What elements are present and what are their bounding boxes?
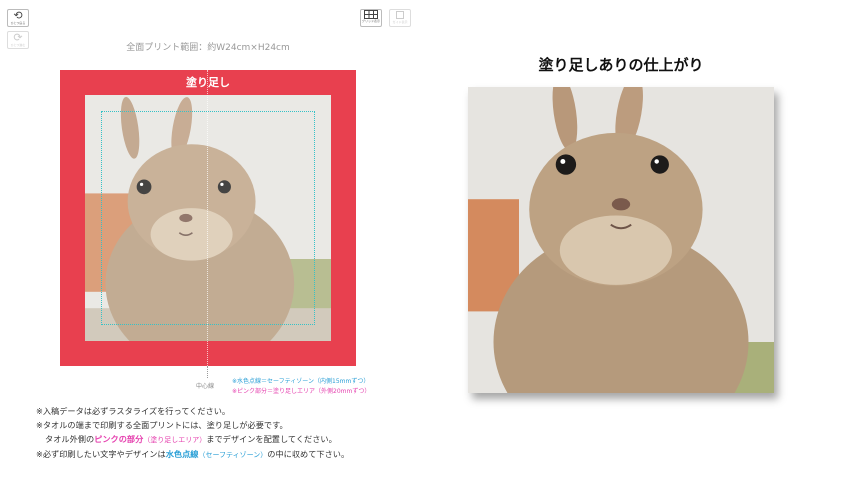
guide-toggle-button[interactable]: ガイド表示 bbox=[389, 9, 411, 27]
note-bleed-placement: タオル外側のピンクの部分（塗り足しエリア）までデザインを配置してください。 bbox=[36, 432, 349, 447]
center-guide-line bbox=[207, 70, 208, 366]
note-safety: ※必ず印刷したい文字やデザインは水色点線（セーフティゾーン）の中に収めて下さい。 bbox=[36, 447, 349, 462]
center-line-tick bbox=[207, 366, 208, 378]
note-safety-prefix: ※必ず印刷したい文字やデザインは bbox=[36, 449, 166, 459]
undo-button[interactable]: ⟲ ひとつ戻る bbox=[7, 9, 29, 27]
grid-icon bbox=[364, 10, 378, 19]
print-range-label: 全面プリント範囲：約W24cm×H24cm bbox=[126, 43, 290, 53]
note-bleed-required: ※タオルの端まで印刷する全面プリントには、塗り足しが必要です。 bbox=[36, 420, 288, 430]
grid-label: グリッド表示 bbox=[361, 19, 380, 23]
finished-preview-image bbox=[468, 87, 774, 393]
legend-bleed: ※ピンク部分＝塗り足しエリア（外側20mmずつ） bbox=[232, 388, 371, 395]
note-bleed-pink-small: （塗り足しエリア） bbox=[143, 436, 207, 444]
note-bleed-suffix: までデザインを配置してください。 bbox=[206, 434, 337, 444]
note-safety-aqua: 水色点線 bbox=[165, 449, 199, 459]
redo-button[interactable]: ⟳ ひとつ進む bbox=[7, 31, 29, 49]
note-safety-aqua-small: （セーフティゾーン） bbox=[198, 451, 268, 459]
grid-toggle-button[interactable]: グリッド表示 bbox=[360, 9, 382, 27]
guide-label: ガイド表示 bbox=[392, 20, 408, 24]
design-canvas[interactable]: 塗り足し bbox=[60, 70, 356, 366]
note-safety-suffix: の中に収めて下さい。 bbox=[267, 449, 350, 459]
undo-label: ひとつ戻る bbox=[10, 21, 26, 25]
guide-frame-icon bbox=[395, 10, 405, 20]
note-bleed-prefix: タオル外側の bbox=[45, 434, 95, 444]
center-line-label: 中心線 bbox=[196, 383, 215, 390]
redo-icon: ⟳ bbox=[13, 31, 23, 44]
instruction-notes: ※入稿データは必ずラスタライズを行ってください。 ※タオルの端まで印刷する全面プ… bbox=[36, 404, 349, 462]
undo-icon: ⟲ bbox=[13, 9, 23, 22]
note-bleed-pink: ピンクの部分 bbox=[94, 434, 144, 444]
legend-safety: ※水色点線＝セーフティゾーン（内側15mmずつ） bbox=[232, 378, 370, 385]
redo-label: ひとつ進む bbox=[10, 43, 26, 47]
bleed-title: 塗り足し bbox=[186, 76, 230, 89]
preview-title: 塗り足しありの仕上がり bbox=[538, 56, 704, 74]
guide-legend: ※水色点線＝セーフティゾーン（内側15mmずつ） ※ピンク部分＝塗り足しエリア（… bbox=[232, 377, 370, 397]
safety-zone bbox=[101, 111, 315, 325]
note-rasterize: ※入稿データは必ずラスタライズを行ってください。 bbox=[36, 406, 231, 416]
